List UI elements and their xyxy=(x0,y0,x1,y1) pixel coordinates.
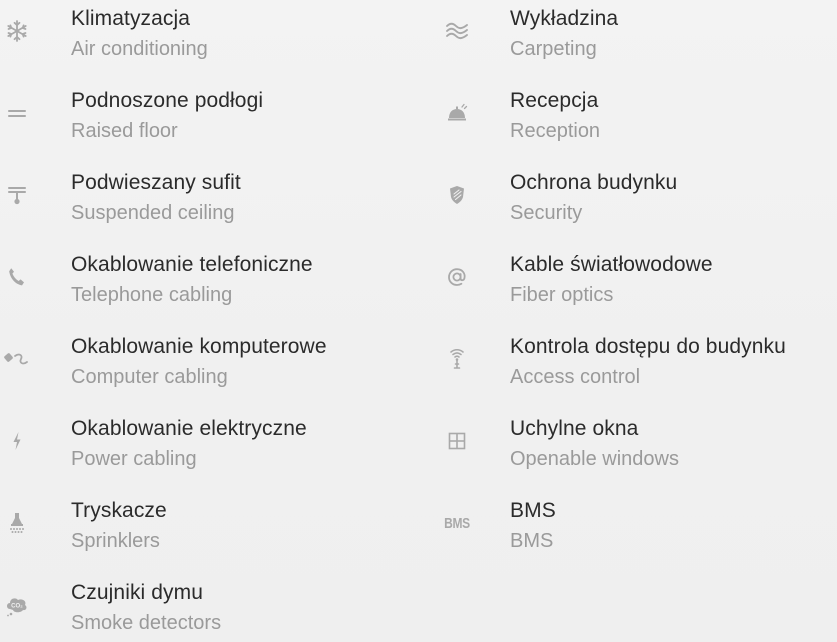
features-list: Klimatyzacja Air conditioning Podnoszone… xyxy=(0,0,837,642)
feature-subtitle: Openable windows xyxy=(510,448,679,470)
feature-title: Klimatyzacja xyxy=(71,7,191,30)
feature-text: Wykładzina Carpeting xyxy=(510,5,618,63)
feature-text: Ochrona budynku Security xyxy=(510,169,677,227)
feature-text: Tryskacze Sprinklers xyxy=(71,497,167,555)
feature-title: Okablowanie komputerowe xyxy=(71,335,327,358)
bms-icon: BMS xyxy=(440,506,474,540)
shield-icon xyxy=(440,178,474,212)
computer-cable-icon xyxy=(0,342,34,376)
feature-subtitle: Reception xyxy=(510,120,601,142)
feature-subtitle: Smoke detectors xyxy=(71,612,222,634)
antenna-icon xyxy=(440,342,474,376)
feature-title: Podwieszany sufit xyxy=(71,171,241,194)
feature-subtitle: Sprinklers xyxy=(71,530,160,552)
sprinkler-icon xyxy=(0,506,34,540)
feature-item-smoke-detectors: CO₂ Czujniki dymu Smoke detectors xyxy=(0,574,430,642)
feature-title: Okablowanie telefoniczne xyxy=(71,253,313,276)
feature-subtitle: Fiber optics xyxy=(510,284,614,306)
feature-text: Kontrola dostępu do budynku Access contr… xyxy=(510,333,786,391)
ceiling-lamp-icon xyxy=(0,178,34,212)
feature-item-openable-windows: Uchylne okna Openable windows xyxy=(430,410,837,492)
feature-subtitle: Access control xyxy=(510,366,641,388)
feature-text: Kable światłowodowe Fiber optics xyxy=(510,251,713,309)
feature-item-carpeting: Wykładzina Carpeting xyxy=(430,0,837,82)
feature-item-suspended-ceiling: Podwieszany sufit Suspended ceiling xyxy=(0,164,430,246)
feature-title: Uchylne okna xyxy=(510,417,639,440)
feature-item-bms: BMS BMS BMS xyxy=(430,492,837,574)
feature-text: Recepcja Reception xyxy=(510,87,600,145)
feature-title: Wykładzina xyxy=(510,7,619,30)
feature-subtitle: BMS xyxy=(510,530,554,552)
reception-bell-icon xyxy=(440,96,474,130)
feature-item-access-control: Kontrola dostępu do budynku Access contr… xyxy=(430,328,837,410)
feature-title: Ochrona budynku xyxy=(510,171,678,194)
lightning-icon xyxy=(0,424,34,458)
feature-subtitle: Suspended ceiling xyxy=(71,202,235,224)
feature-title: Podnoszone podłogi xyxy=(71,89,264,112)
feature-text: Okablowanie elektryczne Power cabling xyxy=(71,415,307,473)
feature-subtitle: Carpeting xyxy=(510,38,597,60)
feature-item-computer-cabling: Okablowanie komputerowe Computer cabling xyxy=(0,328,430,410)
feature-subtitle: Telephone cabling xyxy=(71,284,233,306)
feature-text: Czujniki dymu Smoke detectors xyxy=(71,579,221,637)
window-icon xyxy=(440,424,474,458)
feature-text: BMS BMS xyxy=(510,497,556,555)
snowflake-icon xyxy=(0,14,34,48)
feature-title: Kable światłowodowe xyxy=(510,253,713,276)
feature-title: Tryskacze xyxy=(71,499,167,522)
feature-title: Recepcja xyxy=(510,89,599,112)
feature-item-raised-floor: Podnoszone podłogi Raised floor xyxy=(0,82,430,164)
feature-title: Okablowanie elektryczne xyxy=(71,417,307,440)
feature-text: Okablowanie komputerowe Computer cabling xyxy=(71,333,327,391)
feature-title: Kontrola dostępu do budynku xyxy=(510,335,786,358)
feature-item-fiber-optics: Kable światłowodowe Fiber optics xyxy=(430,246,837,328)
feature-item-telephone-cabling: Okablowanie telefoniczne Telephone cabli… xyxy=(0,246,430,328)
feature-title: Czujniki dymu xyxy=(71,581,204,604)
svg-text:CO₂: CO₂ xyxy=(11,604,23,610)
feature-text: Okablowanie telefoniczne Telephone cabli… xyxy=(71,251,313,309)
feature-text: Uchylne okna Openable windows xyxy=(510,415,679,473)
feature-item-security: Ochrona budynku Security xyxy=(430,164,837,246)
smoke-detector-icon: CO₂ xyxy=(0,588,34,622)
feature-item-power-cabling: Okablowanie elektryczne Power cabling xyxy=(0,410,430,492)
feature-item-air-conditioning: Klimatyzacja Air conditioning xyxy=(0,0,430,82)
feature-title: BMS xyxy=(510,499,556,522)
carpet-waves-icon xyxy=(440,14,474,48)
feature-item-reception: Recepcja Reception xyxy=(430,82,837,164)
bms-icon-text: BMS xyxy=(444,514,470,532)
raised-floor-icon xyxy=(0,96,34,130)
feature-subtitle: Security xyxy=(510,202,583,224)
feature-text: Podwieszany sufit Suspended ceiling xyxy=(71,169,241,227)
feature-text: Podnoszone podłogi Raised floor xyxy=(71,87,263,145)
feature-text: Klimatyzacja Air conditioning xyxy=(71,5,208,63)
feature-subtitle: Raised floor xyxy=(71,120,178,142)
feature-subtitle: Air conditioning xyxy=(71,38,208,60)
feature-subtitle: Computer cabling xyxy=(71,366,228,388)
phone-icon xyxy=(0,260,34,294)
feature-subtitle: Power cabling xyxy=(71,448,197,470)
at-sign-icon xyxy=(440,260,474,294)
feature-item-sprinklers: Tryskacze Sprinklers xyxy=(0,492,430,574)
